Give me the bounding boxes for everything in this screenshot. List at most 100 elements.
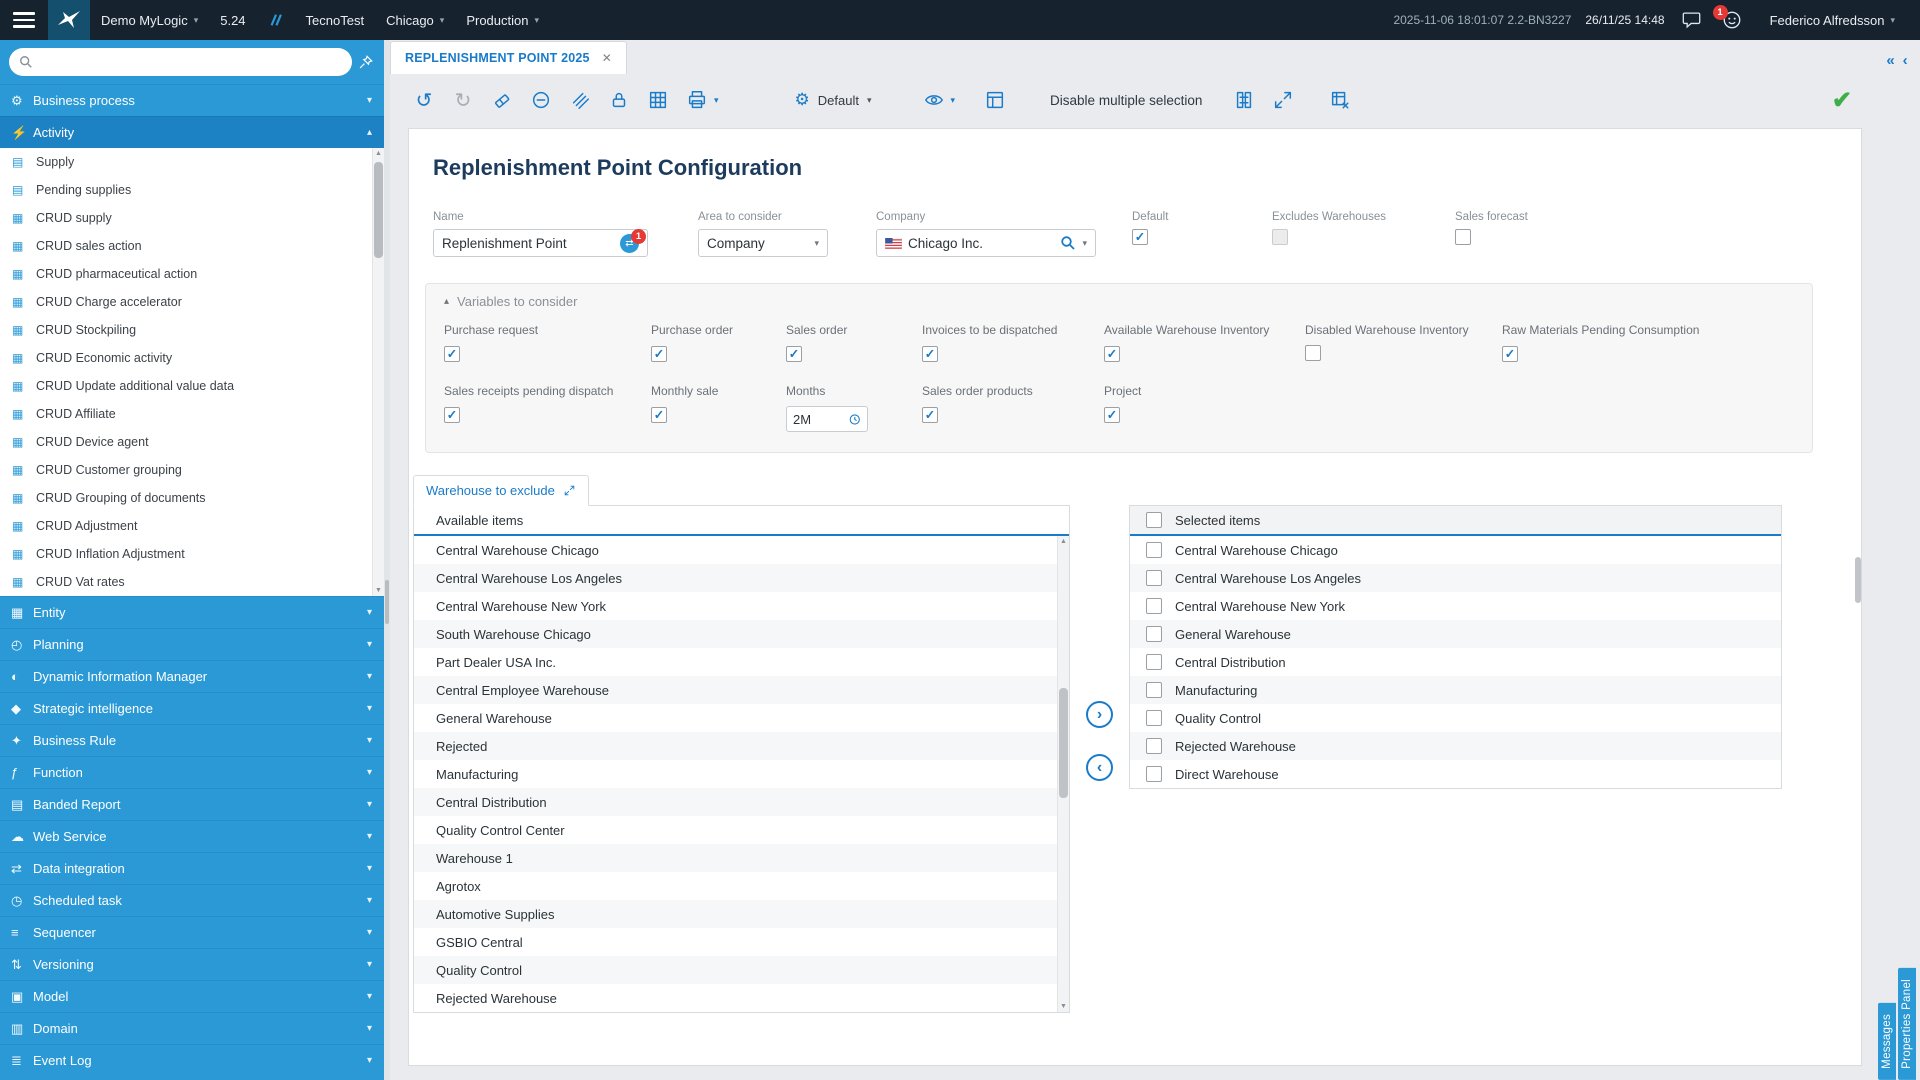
selected-list-item[interactable]: Central Warehouse Los Angeles [1130,564,1781,592]
company-select-value[interactable] [908,235,1055,251]
eraser-button[interactable] [490,88,514,112]
submenu-item[interactable]: ▦ CRUD Update additional value data [0,372,384,400]
app-name-menu[interactable]: Demo MyLogic ▾ [90,0,209,40]
selected-list-item[interactable]: Central Warehouse New York [1130,592,1781,620]
available-list-item[interactable]: Quality Control Center [414,816,1057,844]
sidebar-item[interactable]: ✦ Business Rule ▾ [0,724,384,756]
grid-button[interactable] [646,88,670,112]
row-checkbox[interactable] [1146,766,1162,782]
pin-sidebar-button[interactable] [352,54,378,71]
area-select-value[interactable] [707,235,809,251]
row-checkbox[interactable] [1146,710,1162,726]
collapse-left-icon[interactable]: ‹ [1903,52,1908,69]
row-checkbox[interactable] [1146,598,1162,614]
move-left-button[interactable]: ‹ [1086,754,1113,781]
grid-remove-button[interactable] [1328,88,1352,112]
default-checkbox[interactable] [1132,229,1148,245]
print-button[interactable] [685,88,709,112]
sidebar-item[interactable]: ▥ Domain ▾ [0,1012,384,1044]
sidebar-item[interactable]: ⚙ Business process ▾ [0,84,384,116]
scrollbar-thumb[interactable] [374,162,383,258]
visibility-button[interactable] [922,88,946,112]
sales-order-checkbox[interactable] [786,346,802,363]
invoices-checkbox[interactable] [922,346,938,363]
tenant-name[interactable]: TecnoTest [295,0,376,40]
row-checkbox[interactable] [1146,570,1162,586]
available-list-item[interactable]: Central Distribution [414,788,1057,816]
area-select[interactable]: ▾ [698,229,828,257]
company-select[interactable]: ▾ [876,229,1096,257]
selected-list-item[interactable]: Quality Control [1130,704,1781,732]
submenu-item[interactable]: ▦ CRUD Device agent [0,428,384,456]
sidebar-item[interactable]: ▣ Model ▾ [0,980,384,1012]
site-menu[interactable]: Chicago ▾ [375,0,455,40]
sidebar-item[interactable]: ƒ Function ▾ [0,756,384,788]
sidebar-item[interactable]: ⇄ Data integration ▾ [0,852,384,884]
translation-badge-icon[interactable]: ⇄ 1 [620,228,646,253]
available-list-item[interactable]: Rejected [414,732,1057,760]
sidebar-item[interactable]: ≣ Event Log ▾ [0,1044,384,1076]
purchase-order-checkbox[interactable] [651,346,667,363]
selected-list-item[interactable]: Rejected Warehouse [1130,732,1781,760]
available-list-item[interactable]: Automotive Supplies [414,900,1057,928]
redo-button[interactable]: ↻ [451,88,475,112]
sidebar-item[interactable]: ▦ Entity ▾ [0,596,384,628]
collapse-double-left-icon[interactable]: « [1886,52,1894,69]
submenu-item[interactable]: ▦ CRUD pharmaceutical action [0,260,384,288]
monthly-sale-checkbox[interactable] [651,407,667,424]
print-options-caret[interactable]: ▾ [714,95,719,106]
available-list-item[interactable]: Central Employee Warehouse [414,676,1057,704]
excludes-warehouses-checkbox[interactable] [1272,229,1288,245]
available-list-item[interactable]: Agrotox [414,872,1057,900]
notifications-button[interactable]: 1 [1712,5,1745,33]
submenu-item[interactable]: ▦ CRUD sales action [0,232,384,260]
row-checkbox[interactable] [1146,542,1162,558]
lock-button[interactable] [607,88,631,112]
submenu-item[interactable]: ▦ CRUD Vat rates [0,568,384,596]
chat-button[interactable] [1679,7,1705,33]
available-list-item[interactable]: Part Dealer USA Inc. [414,648,1057,676]
visibility-options-caret[interactable]: ▾ [951,95,956,106]
sidebar-item[interactable]: ◷ Scheduled task ▾ [0,884,384,916]
project-checkbox[interactable] [1104,407,1120,424]
name-input[interactable] [442,235,614,251]
selected-list-item[interactable]: Central Distribution [1130,648,1781,676]
variables-panel-header[interactable]: ▴ Variables to consider [444,294,1812,309]
purchase-request-checkbox[interactable] [444,346,460,363]
selected-list-item[interactable]: Central Warehouse Chicago [1130,536,1781,564]
available-list-item[interactable]: Manufacturing [414,760,1057,788]
form-view-button[interactable] [983,88,1007,112]
sidebar-item[interactable]: ◐ Dynamic Information Manager ▾ [0,660,384,692]
available-list-item[interactable]: Quality Control [414,956,1057,984]
submenu-item[interactable]: ▦ CRUD Charge accelerator [0,288,384,316]
months-field[interactable] [786,406,868,432]
sidebar-item[interactable]: ▤ Banded Report ▾ [0,788,384,820]
selected-list-item[interactable]: Manufacturing [1130,676,1781,704]
row-checkbox[interactable] [1146,682,1162,698]
available-list-item[interactable]: Central Warehouse Los Angeles [414,564,1057,592]
select-all-checkbox[interactable] [1146,512,1162,528]
tab-replenishment-point[interactable]: REPLENISHMENT POINT 2025 ✕ [390,41,627,74]
available-warehouse-checkbox[interactable] [1104,346,1120,363]
available-list-item[interactable]: General Warehouse [414,704,1057,732]
user-menu[interactable]: Federico Alfredsson ▾ [1759,0,1906,40]
submenu-item[interactable]: ▦ CRUD Economic activity [0,344,384,372]
sidebar-item[interactable]: ◆ Strategic intelligence ▾ [0,692,384,724]
submenu-item[interactable]: ▦ CRUD Adjustment [0,512,384,540]
submenu-item[interactable]: ▦ CRUD Customer grouping [0,456,384,484]
available-list-item[interactable]: Rejected Warehouse [414,984,1057,1012]
available-list-item[interactable]: Warehouse 1 [414,844,1057,872]
sales-order-products-checkbox[interactable] [922,407,938,424]
available-list-item[interactable]: Central Warehouse New York [414,592,1057,620]
disable-multiple-selection-button[interactable]: Disable multiple selection [1050,93,1202,108]
sidebar-item-activity[interactable]: ⚡ Activity ▴ [0,116,384,148]
submenu-item[interactable]: ▦ CRUD supply [0,204,384,232]
selected-list-item[interactable]: General Warehouse [1130,620,1781,648]
sidebar-item[interactable]: ☁ Web Service ▾ [0,820,384,852]
sidebar-search[interactable] [9,48,352,76]
sidebar-item[interactable]: ⇅ Versioning ▾ [0,948,384,980]
move-right-button[interactable]: › [1086,701,1113,728]
close-icon[interactable]: ✕ [602,51,612,65]
clock-icon[interactable] [849,412,861,427]
expand-icon[interactable] [563,484,576,497]
